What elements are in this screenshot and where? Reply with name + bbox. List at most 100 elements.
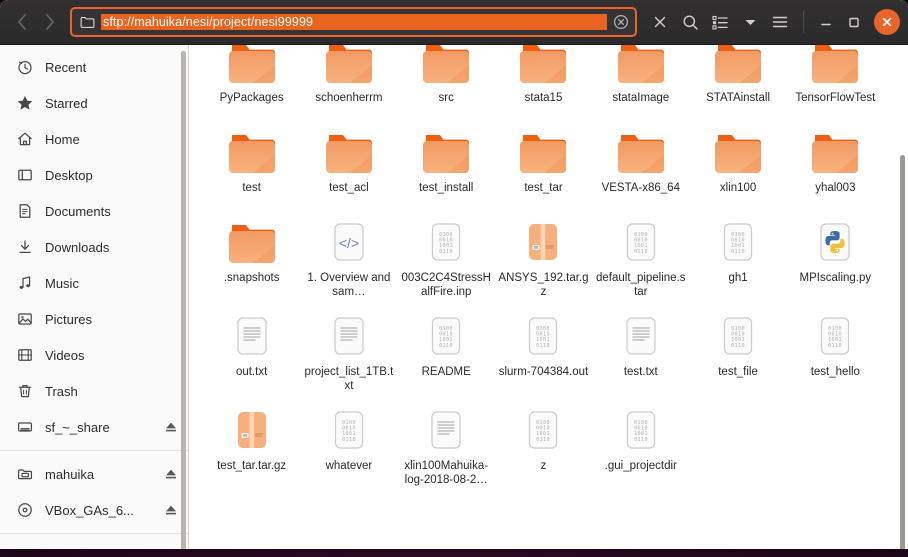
sidebar-item-vbox-gas-6[interactable]: VBox_GAs_6... — [0, 492, 188, 528]
sidebar-item-other-locations[interactable]: Other Locations — [0, 539, 188, 549]
view-dropdown-button[interactable] — [735, 7, 765, 37]
sidebar-item-downloads[interactable]: Downloads — [0, 229, 188, 265]
file-item-label: xlin100Mahuika-log-2018-08-2… — [404, 460, 489, 486]
network-server-icon — [17, 469, 33, 480]
sidebar-item-pictures[interactable]: Pictures — [0, 301, 188, 337]
location-bar[interactable]: sftp://mahuika/nesi/project/nesi99999 — [70, 7, 637, 37]
desktop-icon — [18, 169, 32, 181]
eject-button[interactable] — [164, 420, 178, 434]
sidebar-item-label: VBox_GAs_6... — [45, 502, 134, 518]
file-item[interactable]: 0100 0010 1001 0110 gh1 — [689, 209, 786, 303]
file-item[interactable]: PyPackages — [203, 45, 300, 119]
minimize-button[interactable] — [812, 8, 840, 36]
folder-icon — [226, 215, 278, 267]
window-body: Recent Starred Home Desktop Documents Downloa… — [0, 45, 908, 549]
binary-file-icon: 0100001010010110 — [723, 223, 753, 261]
binary-icon: 0100 0010 1001 0110 — [717, 309, 759, 361]
file-item[interactable]: ANSYS_192.tar.gz — [495, 209, 592, 303]
file-item-label: 1. Overview and sam… — [307, 272, 391, 298]
file-item[interactable]: out.txt — [203, 303, 300, 397]
binary-file-icon: 0100001010010110 — [626, 411, 655, 449]
file-item[interactable]: VESTA-x86_64 — [592, 119, 689, 209]
folder-icon — [423, 135, 470, 173]
file-item[interactable]: test — [203, 119, 300, 209]
file-item-label: out.txt — [235, 366, 268, 378]
file-item[interactable]: test.txt — [592, 303, 689, 397]
file-view-scrollbar[interactable] — [900, 155, 905, 549]
file-item[interactable]: 0100 0010 1001 0110 default_pipeline.star — [592, 209, 689, 303]
file-item[interactable]: test_install — [398, 119, 495, 209]
eject-icon — [166, 422, 176, 432]
file-item[interactable]: 0100 0010 1001 0110 .gui_projectdir — [592, 397, 689, 491]
chevron-down-icon — [745, 19, 755, 25]
file-item[interactable]: yhal003 — [787, 119, 884, 209]
star-icon — [14, 95, 36, 111]
file-item-label: test_acl — [329, 182, 369, 194]
sidebar-item-recent[interactable]: Recent — [0, 49, 188, 85]
file-item[interactable]: test_tar — [495, 119, 592, 209]
file-item-label: 003C2C4StressHalfFire.inp — [401, 272, 491, 298]
video-icon — [14, 347, 36, 363]
location-input[interactable]: sftp://mahuika/nesi/project/nesi99999 — [101, 14, 607, 30]
back-button[interactable] — [8, 7, 36, 37]
file-item[interactable]: 0100 0010 1001 0110 003C2C4StressHalfFire.in… — [398, 209, 495, 303]
file-item[interactable]: </> 1. Overview and sam… — [300, 209, 397, 303]
view-options-button[interactable] — [705, 7, 735, 37]
file-item[interactable]: test_acl — [300, 119, 397, 209]
file-item[interactable]: TensorFlowTest — [787, 45, 884, 119]
folder-icon — [517, 125, 569, 177]
desktop-icon — [14, 167, 36, 183]
search-button[interactable] — [675, 7, 705, 37]
file-item-label: xlin100 — [719, 182, 757, 194]
folder-icon — [323, 125, 375, 177]
file-item-label: project_list_1TB.txt — [304, 366, 394, 392]
file-item-label: test — [242, 182, 261, 194]
file-item-label: default_pipeline.star — [596, 272, 686, 298]
clear-circle-icon[interactable] — [613, 14, 629, 30]
file-item[interactable]: xlin100Mahuika-log-2018-08-2… — [398, 397, 495, 491]
file-item[interactable]: STATAinstall — [689, 45, 786, 119]
stop-loading-button[interactable] — [645, 7, 675, 37]
close-window-button[interactable] — [874, 9, 900, 35]
folder-icon — [712, 45, 764, 87]
file-item[interactable]: MPIscaling.py — [787, 209, 884, 303]
file-item[interactable]: 0100 0010 1001 0110 test_file — [689, 303, 786, 397]
sidebar-item-documents[interactable]: Documents — [0, 193, 188, 229]
sidebar-scrollbar[interactable] — [181, 51, 186, 549]
eject-button[interactable] — [164, 467, 178, 481]
file-item[interactable]: 0100 0010 1001 0110 whatever — [300, 397, 397, 491]
file-item[interactable]: stata15 — [495, 45, 592, 119]
file-item[interactable]: 0100 0010 1001 0110 slurm-704384.out — [495, 303, 592, 397]
folder-icon — [423, 45, 470, 83]
sidebar-item-videos[interactable]: Videos — [0, 337, 188, 373]
main-menu-button[interactable] — [765, 7, 795, 37]
forward-button[interactable] — [36, 7, 64, 37]
file-item[interactable]: schoenherrm — [300, 45, 397, 119]
text-icon — [425, 403, 467, 455]
sidebar-separator — [0, 533, 188, 534]
file-item[interactable]: 0100 0010 1001 0110 z — [495, 397, 592, 491]
file-item[interactable]: src — [398, 45, 495, 119]
file-item[interactable]: stataImage — [592, 45, 689, 119]
sidebar-item-home[interactable]: Home — [0, 121, 188, 157]
sidebar-item-label: Videos — [45, 347, 85, 363]
maximize-button[interactable] — [840, 8, 868, 36]
file-item[interactable]: .snapshots — [203, 209, 300, 303]
sidebar-item-desktop[interactable]: Desktop — [0, 157, 188, 193]
sidebar-item-trash[interactable]: Trash — [0, 373, 188, 409]
folder-icon — [712, 125, 764, 177]
file-item[interactable]: 0100 0010 1001 0110 README — [398, 303, 495, 397]
search-icon — [683, 15, 698, 30]
file-item-label: .snapshots — [223, 272, 280, 284]
sidebar-item-music[interactable]: Music — [0, 265, 188, 301]
sidebar-item-starred[interactable]: Starred — [0, 85, 188, 121]
eject-button[interactable] — [164, 503, 178, 517]
file-item[interactable]: test_tar.tar.gz — [203, 397, 300, 491]
file-item[interactable]: 0100 0010 1001 0110 test_hello — [787, 303, 884, 397]
file-item[interactable]: project_list_1TB.txt — [300, 303, 397, 397]
file-item-label: test_tar.tar.gz — [217, 460, 287, 472]
file-item[interactable]: xlin100 — [689, 119, 786, 209]
header-separator — [803, 11, 804, 33]
sidebar-item-sf-share[interactable]: sf_~_share — [0, 409, 188, 445]
sidebar-item-mahuika[interactable]: mahuika — [0, 456, 188, 492]
